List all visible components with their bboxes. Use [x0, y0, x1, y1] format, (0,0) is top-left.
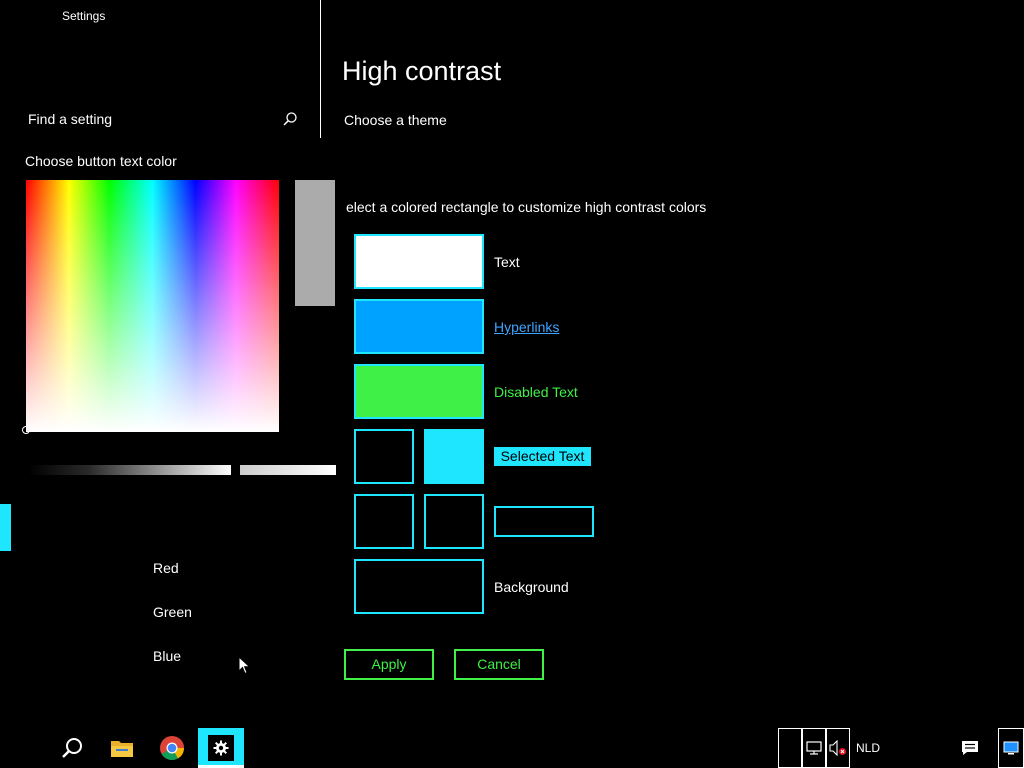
search-icon[interactable] — [282, 111, 298, 127]
tray-volume-button[interactable] — [826, 728, 850, 768]
cancel-button[interactable]: Cancel — [454, 649, 544, 680]
settings-icon — [213, 740, 229, 756]
choose-theme-label: Choose a theme — [344, 112, 447, 128]
color-picker-title: Choose button text color — [25, 153, 177, 169]
disabled-text-color-swatch[interactable] — [354, 364, 484, 419]
button-text-fg-swatch[interactable] — [354, 494, 414, 549]
language-indicator[interactable]: NLD — [856, 741, 880, 755]
text-color-swatch[interactable] — [354, 234, 484, 289]
taskbar-chrome-button[interactable] — [152, 728, 192, 768]
search-icon — [62, 738, 82, 758]
button-text-bg-swatch[interactable] — [424, 494, 484, 549]
show-desktop-button[interactable] — [998, 728, 1024, 768]
background-label: Background — [494, 579, 569, 595]
text-label: Text — [494, 254, 520, 270]
red-label: Red — [153, 560, 179, 576]
window-title: Settings — [62, 9, 106, 23]
hyperlinks-color-swatch[interactable] — [354, 299, 484, 354]
search-input[interactable]: Find a setting — [28, 111, 298, 129]
brightness-slider[interactable] — [28, 465, 231, 475]
color-spectrum[interactable] — [26, 180, 279, 432]
file-explorer-icon — [111, 741, 133, 757]
apply-button[interactable]: Apply — [344, 649, 434, 680]
button-text-preview — [494, 506, 594, 537]
spectrum-handle[interactable] — [22, 426, 30, 434]
mouse-cursor-icon — [238, 656, 251, 675]
hyperlinks-label: Hyperlinks — [494, 319, 560, 335]
tray-network-button[interactable] — [802, 728, 826, 768]
action-center-button[interactable] — [958, 736, 982, 760]
more-options-indicator — [0, 504, 11, 551]
selected-text-label: Selected Text — [494, 447, 591, 466]
network-icon — [806, 741, 822, 755]
taskbar-search-button[interactable] — [52, 728, 92, 768]
color-preview — [295, 180, 335, 306]
notifications-icon — [962, 741, 978, 755]
selected-text-bg-swatch[interactable] — [424, 429, 484, 484]
desktop-icon — [1003, 741, 1019, 755]
chrome-icon — [160, 736, 184, 761]
volume-muted-icon — [829, 740, 846, 756]
brightness-slider-track-end[interactable] — [240, 465, 336, 475]
settings-icon-frame — [208, 735, 234, 761]
instructions-text: elect a colored rectangle to customize h… — [346, 199, 707, 215]
disabled-text-label: Disabled Text — [494, 384, 578, 400]
blue-label: Blue — [153, 648, 182, 664]
tray-show-hidden-button[interactable] — [778, 728, 802, 768]
background-color-swatch[interactable] — [354, 559, 484, 614]
pane-divider — [320, 0, 321, 138]
page-title: High contrast — [342, 56, 502, 86]
taskbar-file-explorer-button[interactable] — [102, 728, 142, 768]
taskbar-settings-button[interactable] — [198, 728, 244, 768]
green-label: Green — [153, 604, 192, 620]
brightness-slider-thumb[interactable] — [232, 464, 239, 476]
selected-text-fg-swatch[interactable] — [354, 429, 414, 484]
